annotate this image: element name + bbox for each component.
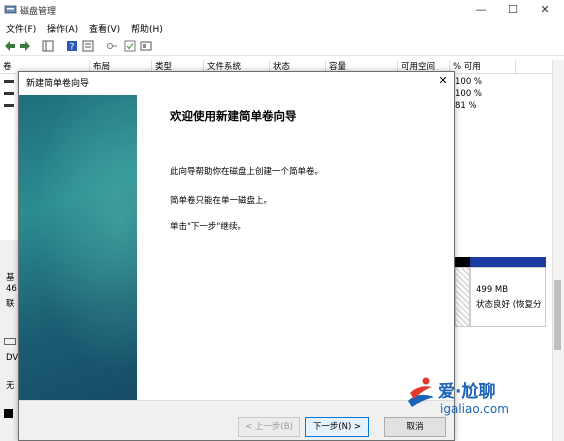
view-icon[interactable] [140, 40, 152, 52]
scrollbar-thumb[interactable] [554, 280, 561, 350]
menu-bar [0, 20, 564, 36]
back-arrow-icon[interactable] [4, 40, 16, 52]
wizard-description-1: 此向导帮助你在磁盘上创建一个简单卷。 [170, 167, 324, 177]
partition-bar-primary [470, 257, 546, 267]
disk-size-fragment: 46 [6, 284, 17, 294]
console-tree-icon[interactable] [42, 40, 54, 52]
help-icon[interactable]: ? [66, 40, 78, 52]
percent-free-value: 81 % [455, 101, 477, 111]
menu-view[interactable]: 查看(V) [89, 22, 120, 35]
wizard-description-2: 简单卷只能在单一磁盘上。 [170, 196, 273, 206]
partition-size: 499 MB [476, 285, 509, 295]
svg-text:?: ? [70, 43, 75, 53]
partition-status: 状态良好 (恢复分 [476, 300, 542, 310]
vertical-scrollbar[interactable] [552, 60, 564, 441]
no-media-fragment: 无 [6, 381, 15, 391]
volume-row-icon[interactable] [0, 77, 20, 87]
volume-row-icon[interactable] [0, 89, 20, 99]
maximize-button[interactable]: ☐ [498, 0, 528, 20]
dvd-label-fragment: DV [6, 353, 19, 363]
partition-hatched[interactable] [455, 267, 470, 327]
wizard-description-3: 单击"下一步"继续。 [170, 222, 246, 232]
watermark-url: igaliao.com [440, 402, 509, 416]
menu-help[interactable]: 帮助(H) [131, 22, 163, 35]
partition-recovery[interactable] [470, 267, 546, 327]
check-icon[interactable] [124, 40, 136, 52]
cancel-button[interactable]: 取消 [384, 417, 446, 437]
column-percent-free[interactable]: % 可用 [450, 60, 516, 74]
dvd-drive-icon [4, 338, 16, 345]
disk-status-fragment: 联 [6, 299, 15, 309]
wizard-title: 新建简单卷向导 [26, 79, 90, 89]
percent-free-value: 100 % [455, 89, 483, 99]
properties-icon[interactable] [82, 40, 94, 52]
window-title: 磁盘管理 [20, 7, 57, 17]
wizard-side-banner-glow [19, 95, 137, 400]
menu-file[interactable]: 文件(F) [6, 22, 36, 35]
disk-label-fragment: 基 [6, 273, 15, 283]
watermark-logo-icon [408, 377, 434, 407]
key-icon[interactable] [106, 40, 118, 52]
disk-management-icon [4, 5, 17, 14]
legend-unallocated-swatch [4, 409, 13, 418]
back-button[interactable]: < 上一步(B) [238, 417, 300, 437]
minimize-button[interactable]: — [466, 0, 496, 20]
volume-row-icon[interactable] [0, 101, 20, 111]
next-button[interactable]: 下一步(N) > [305, 417, 369, 437]
wizard-heading: 欢迎使用新建简单卷向导 [170, 109, 297, 123]
forward-arrow-icon[interactable] [19, 40, 31, 52]
menu-action[interactable]: 操作(A) [47, 22, 78, 35]
watermark-brand: 爱·尬聊 [438, 382, 496, 402]
close-window-button[interactable]: ✕ [530, 0, 560, 20]
partition-bar-unallocated [455, 257, 470, 267]
percent-free-value: 100 % [455, 77, 483, 87]
wizard-close-button[interactable]: ✕ [434, 72, 452, 90]
